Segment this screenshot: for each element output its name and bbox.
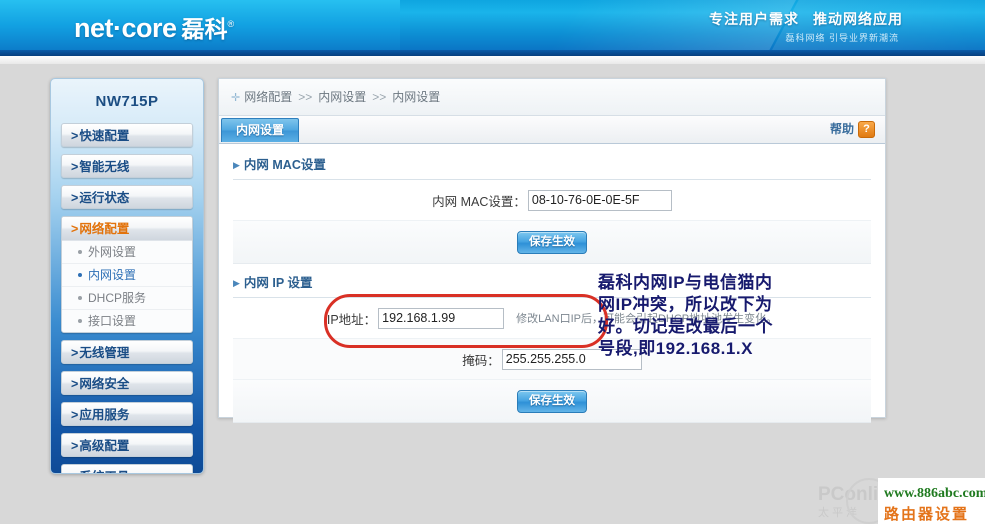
sidebar-menu: >快速配置 >智能无线 >运行状态 >网络配置 外网设置 内网设置 DHCP服务… (51, 123, 203, 473)
sidebar-item-label: 网络配置 (79, 222, 130, 236)
sidebar-item-system-tools[interactable]: >系统工具 (61, 464, 193, 473)
section-title-mac-label: 内网 MAC设置 (243, 158, 326, 172)
breadcrumb-separator: >> (298, 90, 313, 104)
sidebar-subitem-wan-settings[interactable]: 外网设置 (62, 241, 192, 264)
chevron-right-icon: > (71, 377, 79, 391)
tagline-left: 专注用户需求 (709, 11, 799, 27)
header-underline-strip (0, 56, 985, 64)
sidebar-item-label: 运行状态 (79, 191, 130, 205)
tab-lan-settings[interactable]: 内网设置 (221, 118, 300, 142)
field-row-ip: IP地址： 修改LAN口IP后，可能会引起DHCP地址池发生变化。 (233, 298, 871, 339)
sidebar-item-label: 快速配置 (79, 129, 130, 143)
help-label: 帮助 (829, 122, 854, 136)
help-link[interactable]: 帮助? (830, 120, 875, 139)
chevron-right-icon: > (71, 439, 79, 453)
brand-logo-cn: 磊科 (181, 16, 228, 42)
section-title-mac: ▶ 内网 MAC设置 (233, 154, 871, 180)
field-row-mask: 掩码： (233, 339, 871, 380)
sidebar-item-label: 网络安全 (79, 377, 130, 391)
sidebar-subitem-interface-settings[interactable]: 接口设置 (62, 310, 192, 332)
ip-field-label: IP地址： (326, 312, 377, 327)
sidebar-item-network-security[interactable]: >网络安全 (61, 371, 193, 395)
sidebar-item-advanced-config[interactable]: >高级配置 (61, 433, 193, 457)
breadcrumb-separator: >> (372, 90, 387, 104)
sidebar-item-network-config[interactable]: >网络配置 (62, 217, 192, 241)
section-title-ip: ▶ 内网 IP 设置 (233, 272, 871, 298)
brand-logo-latin: net·core (74, 13, 177, 43)
subnet-mask-input[interactable] (501, 348, 642, 370)
header-tagline: 专注用户需求 推动网络应用 (709, 9, 903, 29)
watermark-site-subtitle: 路由器设置 (884, 506, 970, 523)
bullet-icon (78, 318, 82, 323)
save-mac-button[interactable]: 保存生效 (517, 230, 587, 254)
sidebar-subitem-label: 外网设置 (88, 245, 137, 259)
ip-change-hint: 修改LAN口IP后，可能会引起DHCP地址池发生变化。 (516, 313, 778, 325)
sidebar-subitem-lan-settings[interactable]: 内网设置 (62, 264, 192, 287)
tagline-right: 推动网络应用 (813, 11, 903, 27)
device-model-label: NW715P (95, 93, 159, 110)
chevron-right-icon: > (71, 222, 79, 236)
breadcrumb-part-1[interactable]: 网络配置 (244, 90, 292, 104)
sidebar-item-wireless-management[interactable]: >无线管理 (61, 340, 193, 364)
sidebar-item-smart-wireless[interactable]: >智能无线 (61, 154, 193, 178)
chevron-right-icon: > (71, 408, 79, 422)
sidebar-item-quick-setup[interactable]: >快速配置 (61, 123, 193, 147)
sidebar-subitem-label: 接口设置 (88, 314, 137, 328)
breadcrumb: ✛ 网络配置 >> 内网设置 >> 内网设置 (219, 79, 885, 116)
breadcrumb-star-icon: ✛ (231, 92, 241, 104)
sidebar-item-label: 高级配置 (79, 439, 130, 453)
mask-field-label: 掩码： (462, 353, 500, 368)
settings-body: ▶内网 MAC设置 内网 MAC设置： 保存生效 ▶内网 IP 设置 IP地址：… (219, 144, 885, 423)
bullet-icon (78, 249, 82, 254)
breadcrumb-part-2[interactable]: 内网设置 (318, 90, 366, 104)
chevron-right-icon: > (71, 191, 79, 205)
mac-field-label: 内网 MAC设置： (432, 194, 526, 209)
sidebar-item-label: 智能无线 (79, 160, 130, 174)
sidebar-subitem-label: DHCP服务 (88, 291, 147, 305)
registered-mark: ® (227, 19, 235, 29)
main-content-panel: ✛ 网络配置 >> 内网设置 >> 内网设置 内网设置 帮助? ▶ 内网 MAC设置 内网 … (218, 78, 886, 423)
sidebar-item-label: 系统工具 (79, 470, 129, 473)
breadcrumb-part-3: 内网设置 (392, 90, 441, 104)
bullet-icon (78, 295, 82, 300)
router-admin-page: net·core 磊科® 专注用户需求 推动网络应用 磊科网络 引导业界新潮流 NW… (0, 0, 985, 524)
field-row-mac: 内网 MAC设置： (233, 180, 871, 221)
header-subtagline: 磊科网络 引导业界新潮流 (785, 33, 899, 43)
ip-save-row: 保存生效 (233, 380, 871, 423)
question-mark-icon: ? (858, 120, 875, 138)
tab-bar: 内网设置 帮助? (219, 116, 885, 144)
section-title-ip-label: 内网 IP 设置 (243, 276, 313, 290)
sidebar-item-label: 应用服务 (79, 408, 130, 422)
chevron-right-icon: > (71, 470, 78, 473)
save-ip-button[interactable]: 保存生效 (517, 389, 587, 413)
watermark-site-url: www.886abc.com (884, 486, 985, 501)
brand-logo[interactable]: net·core 磊科® (74, 10, 234, 44)
sidebar-item-running-status[interactable]: >运行状态 (61, 185, 193, 209)
mac-save-row: 保存生效 (233, 221, 871, 264)
sidebar-nav: NW715P >快速配置 >智能无线 >运行状态 >网络配置 外网设置 内网设置… (50, 78, 204, 474)
sidebar-item-label: 无线管理 (79, 346, 130, 360)
sidebar-subitem-label: 内网设置 (88, 268, 137, 282)
triangle-right-icon: ▶ (233, 160, 240, 170)
chevron-right-icon: > (71, 129, 79, 143)
site-header: net·core 磊科® 专注用户需求 推动网络应用 磊科网络 引导业界新潮流 (0, 0, 985, 56)
bullet-icon (78, 272, 82, 277)
mac-address-input[interactable] (527, 189, 672, 211)
chevron-right-icon: > (71, 160, 79, 174)
ip-address-input[interactable] (378, 307, 505, 329)
sidebar-item-application-service[interactable]: >应用服务 (61, 402, 193, 426)
sidebar-group-network-config: >网络配置 外网设置 内网设置 DHCP服务 接口设置 (61, 216, 193, 333)
sidebar-subitem-dhcp-service[interactable]: DHCP服务 (62, 287, 192, 310)
chevron-right-icon: > (71, 346, 79, 360)
triangle-right-icon: ▶ (233, 278, 240, 288)
